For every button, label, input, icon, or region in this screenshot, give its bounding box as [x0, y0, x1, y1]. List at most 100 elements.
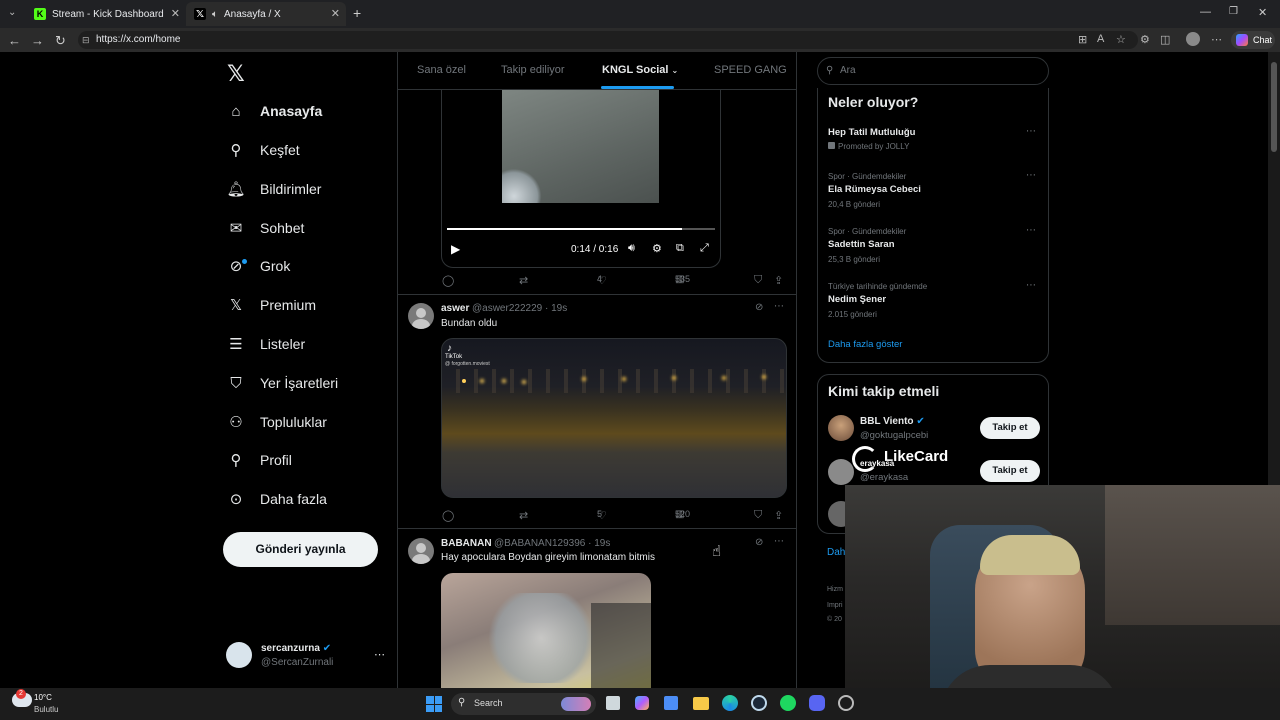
settings-gear-icon[interactable]: ⚙ [652, 242, 662, 255]
post-author-name[interactable]: aswer [441, 303, 469, 314]
fullscreen-icon[interactable]: ⤢ [700, 242, 709, 255]
post-author-handle[interactable]: @BABANAN129396 · 19s [494, 538, 610, 549]
pip-icon[interactable]: ⧉ [676, 242, 684, 255]
back-icon[interactable]: ← [8, 33, 21, 48]
site-info-icon[interactable]: ⊟ [82, 31, 90, 49]
tab-kngl-social[interactable]: KNGL Social ⌄ [602, 64, 678, 76]
steam-icon[interactable] [751, 695, 767, 711]
avatar[interactable] [828, 415, 854, 441]
tab-x-home[interactable]: 𝕏 🔈︎ Anasayfa / X ✕ [186, 2, 346, 26]
trend-item[interactable]: Spor · Gündemdekiler Sadettin Saran 25,3… [818, 225, 1048, 273]
post-button[interactable]: Gönderi yayınla [223, 532, 378, 567]
follow-button[interactable]: Takip et [980, 417, 1040, 439]
tab-kick-dashboard[interactable]: K Stream - Kick Dashboard ✕ [26, 2, 186, 26]
minimize-icon[interactable]: — [1200, 6, 1211, 18]
sidebar-item-notifications[interactable]: 🔔︎ Bildirimler [226, 174, 321, 204]
profile-avatar[interactable] [1186, 32, 1200, 46]
tab-for-you[interactable]: Sana özel [417, 64, 466, 76]
grok-post-icon[interactable]: ⊘ [755, 537, 763, 548]
bookmark-icon[interactable]: ⛉ [754, 274, 762, 287]
footer-link[interactable]: Impri [827, 602, 843, 609]
video-player[interactable]: ▶ 0:14 / 0:16 🔊︎ ⚙ ⧉ ⤢ [441, 90, 721, 268]
post-media-image[interactable] [441, 573, 651, 688]
follow-button[interactable]: Takip et [980, 460, 1040, 482]
tab-following[interactable]: Takip ediliyor [501, 64, 565, 76]
sidebar-item-profile[interactable]: ⚲ Profil [226, 445, 292, 475]
avatar[interactable] [408, 303, 434, 329]
sidebar-item-lists[interactable]: ☰ Listeler [226, 329, 305, 359]
trend-item[interactable]: Hep Tatil Mutluluğu Promoted by JOLLY ⋯ [818, 122, 1048, 160]
suggestion-name[interactable]: BBL Viento ✔ [860, 416, 925, 427]
favorite-star-icon[interactable]: ☆ [1116, 33, 1126, 46]
restore-icon[interactable]: ❐ [1229, 6, 1238, 17]
show-more-link[interactable]: Daha fazla göster [828, 339, 902, 350]
sidebar-item-explore[interactable]: ⚲ Keşfet [226, 135, 300, 165]
bookmark-icon[interactable]: ⛉ [754, 509, 762, 522]
sidebar-item-messages[interactable]: ✉ Sohbet [226, 213, 305, 243]
avatar[interactable] [408, 538, 434, 564]
close-tab-icon[interactable]: ✕ [331, 7, 340, 20]
post-more-icon[interactable]: ⋯ [774, 536, 784, 547]
tab-speed-gang[interactable]: SPEED GANG [714, 64, 787, 76]
account-switcher[interactable]: sercanzurna ✔ @SercanZurnali ⋯ [226, 638, 396, 672]
video-frame [502, 90, 659, 203]
task-view-icon[interactable] [606, 696, 620, 710]
share-icon[interactable]: ⇪ [774, 274, 783, 287]
video-progress-track[interactable] [447, 228, 715, 230]
volume-icon[interactable]: 🔊︎ [628, 242, 635, 255]
close-tab-icon[interactable]: ✕ [171, 7, 180, 20]
play-icon[interactable]: ▶ [451, 242, 460, 256]
discord-icon[interactable] [809, 695, 825, 711]
reply-icon[interactable]: ◯ [442, 274, 454, 287]
edge-browser-icon[interactable] [722, 695, 738, 711]
app-icon[interactable]: ⊞ [1078, 33, 1087, 46]
sidebar-item-bookmarks[interactable]: ⛉ Yer İşaretleri [226, 368, 338, 398]
view-count: 520 [675, 509, 691, 519]
menu-dots-icon[interactable]: ⋯ [1211, 33, 1222, 46]
sidebar-item-home[interactable]: ⌂ Anasayfa [226, 96, 322, 126]
taskbar-search[interactable]: ⚲ Search [451, 693, 596, 715]
file-explorer-icon[interactable] [693, 697, 709, 710]
start-button[interactable] [426, 696, 442, 712]
trend-item[interactable]: Türkiye tarihinde gündemde Nedim Şener 2… [818, 280, 1048, 328]
app-icon[interactable] [838, 695, 854, 711]
reload-icon[interactable]: ↻ [55, 33, 66, 49]
post-author-name[interactable]: BABANAN [441, 538, 492, 549]
forward-icon[interactable]: → [31, 33, 44, 48]
trend-more-icon[interactable]: ⋯ [1026, 170, 1036, 181]
trend-more-icon[interactable]: ⋯ [1026, 126, 1036, 137]
post-more-icon[interactable]: ⋯ [774, 301, 784, 312]
close-window-icon[interactable]: ✕ [1258, 6, 1267, 19]
search-input[interactable]: ⚲ Ara [817, 57, 1049, 85]
trend-more-icon[interactable]: ⋯ [1026, 280, 1036, 291]
sidebar-item-premium[interactable]: 𝕏 Premium [226, 290, 316, 320]
copilot-icon[interactable] [635, 696, 649, 710]
account-more-icon[interactable]: ⋯ [374, 648, 385, 661]
repost-icon[interactable]: ⇄ [519, 274, 528, 287]
x-logo-icon[interactable]: 𝕏 [227, 61, 245, 87]
sidebar-item-more[interactable]: ⊙ Daha fazla [226, 484, 327, 514]
reply-icon[interactable]: ◯ [442, 509, 454, 522]
grok-post-icon[interactable]: ⊘ [755, 302, 763, 313]
post-author-handle[interactable]: @aswer222229 · 19s [472, 303, 567, 314]
new-tab-icon[interactable]: + [353, 5, 361, 21]
split-screen-icon[interactable]: ◫ [1160, 33, 1170, 46]
spotify-icon[interactable] [780, 695, 796, 711]
copilot-chat-button[interactable]: Chat [1231, 31, 1275, 49]
scrollbar-thumb[interactable] [1271, 62, 1277, 152]
tab-list-icon[interactable]: ⌄ [8, 7, 16, 18]
sidebar-item-communities[interactable]: ⚇ Topluluklar [226, 407, 327, 437]
footer-link[interactable]: Hizm [827, 586, 843, 593]
share-icon[interactable]: ⇪ [774, 509, 783, 522]
post-media-image[interactable]: ♪ TikTok @ forgotten.moviest [441, 338, 787, 498]
trend-more-icon[interactable]: ⋯ [1026, 225, 1036, 236]
speaker-icon[interactable]: 🔈︎ [212, 9, 218, 20]
store-icon[interactable] [664, 696, 678, 710]
url-field[interactable]: ⊟ https://x.com/home [78, 31, 1138, 49]
sidebar-item-grok[interactable]: ⊘ Grok [226, 251, 291, 281]
weather-cloud-icon[interactable]: 2 [12, 689, 32, 707]
extensions-icon[interactable]: ⚙ [1140, 33, 1150, 46]
repost-icon[interactable]: ⇄ [519, 509, 528, 522]
read-aloud-icon[interactable]: A [1097, 33, 1104, 45]
trend-item[interactable]: Spor · Gündemdekiler Ela Rümeysa Cebeci … [818, 170, 1048, 218]
